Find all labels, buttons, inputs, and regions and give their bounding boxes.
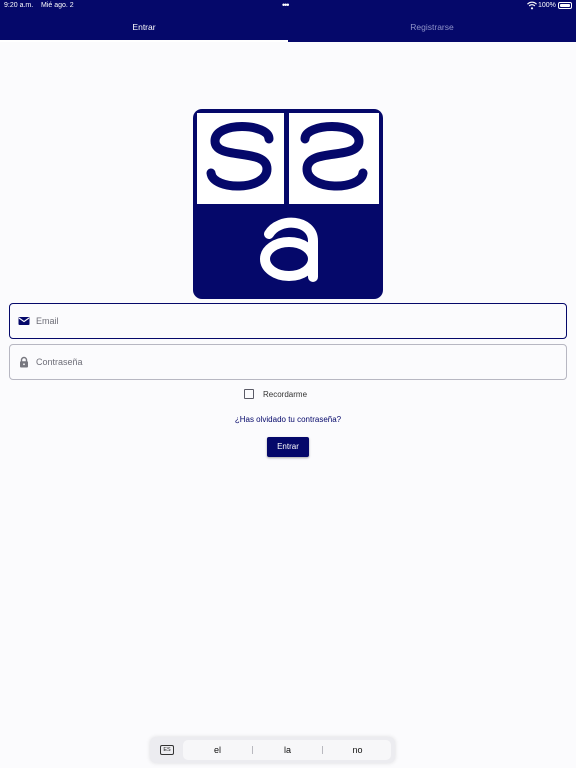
remember-me[interactable]: Recordarme xyxy=(244,388,307,400)
email-input[interactable] xyxy=(36,304,556,338)
suggestion-item[interactable]: el xyxy=(183,740,252,760)
forgot-password-link[interactable]: ¿Has olvidado tu contraseña? xyxy=(0,415,576,424)
tab-active-indicator xyxy=(0,40,288,42)
login-button[interactable]: Entrar xyxy=(267,437,309,457)
more-dots-icon[interactable]: ••• xyxy=(282,0,290,10)
lock-icon xyxy=(20,356,28,368)
battery-percent: 100% xyxy=(538,2,556,9)
top-bar: 9:20 a.m. Mié ago. 2 ••• 100% Entrar Reg… xyxy=(0,0,576,42)
wifi-icon xyxy=(527,1,537,10)
remember-label: Recordarme xyxy=(263,389,308,399)
battery-icon xyxy=(558,2,572,9)
tab-register-label: Registrarse xyxy=(410,22,454,32)
suggestion-strip: el la no xyxy=(183,740,391,760)
logo-glyphs xyxy=(206,122,368,282)
password-input[interactable] xyxy=(36,345,556,379)
suggestion-item[interactable]: la xyxy=(253,740,322,760)
status-date: Mié ago. 2 xyxy=(41,2,74,9)
app-logo xyxy=(193,109,383,299)
tab-login-label: Entrar xyxy=(132,22,156,32)
remember-checkbox[interactable] xyxy=(244,389,254,399)
status-time: 9:20 a.m. xyxy=(4,2,34,9)
tab-login[interactable]: Entrar xyxy=(0,14,288,42)
envelope-icon xyxy=(18,317,30,325)
keyboard-suggestion-bar: ES el la no xyxy=(150,737,395,763)
status-bar: 9:20 a.m. Mié ago. 2 ••• 100% xyxy=(0,0,576,12)
email-field[interactable] xyxy=(9,303,567,339)
password-field[interactable] xyxy=(9,344,567,380)
suggestion-item[interactable]: no xyxy=(323,740,392,760)
tab-register[interactable]: Registrarse xyxy=(288,14,576,42)
keyboard-language-button[interactable]: ES xyxy=(160,745,174,755)
